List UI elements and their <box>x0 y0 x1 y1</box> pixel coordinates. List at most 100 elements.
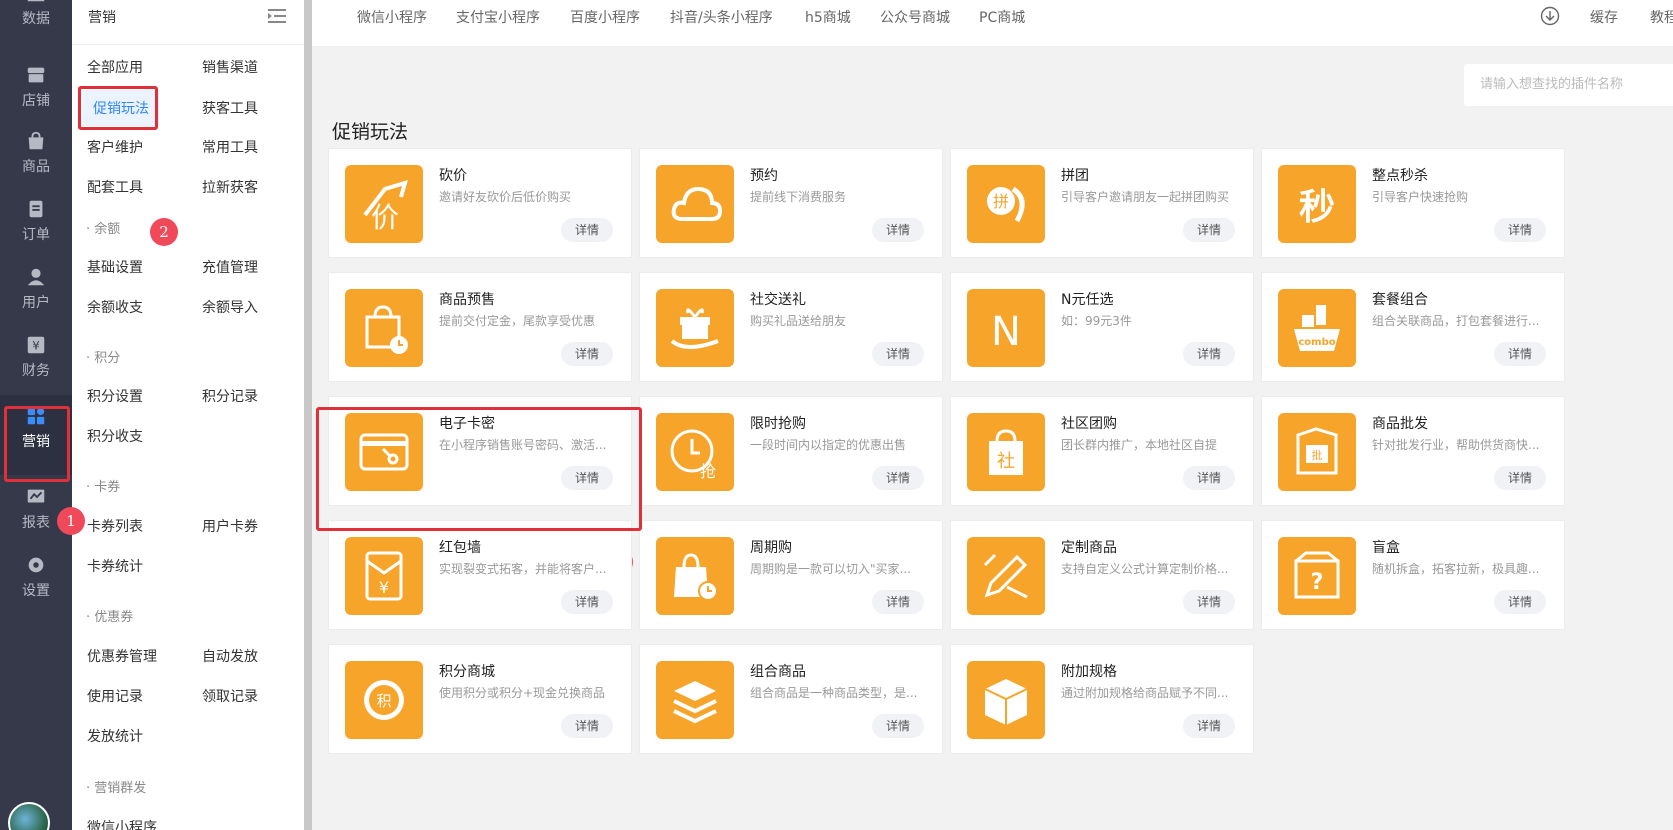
nav-item-settings[interactable]: 设置 <box>0 544 72 614</box>
collapse-menu-icon[interactable] <box>268 8 286 24</box>
plugin-card[interactable]: 抢 限时抢购 一段时间内以指定的优惠出售 详情 <box>639 396 943 506</box>
detail-button[interactable]: 详情 <box>1494 218 1546 242</box>
tab-pc-mall[interactable]: PC商城 <box>979 7 1025 27</box>
sub-item-balance-import[interactable]: 余额导入 <box>202 297 258 317</box>
plugin-card[interactable]: 组合商品 组合商品是一种商品类型，是... 详情 <box>639 644 943 754</box>
sub-item-new-customers[interactable]: 拉新获客 <box>202 177 258 197</box>
highlight-box-card-key <box>316 407 642 531</box>
plugin-card-title: 附加规格 <box>1061 664 1117 680</box>
sub-item-coupon-manage[interactable]: 优惠券管理 <box>87 646 157 666</box>
detail-button[interactable]: 详情 <box>561 590 613 614</box>
detail-button[interactable]: 详情 <box>1183 218 1235 242</box>
sub-item-claim-records[interactable]: 领取记录 <box>202 686 258 706</box>
tab-official-account-mall[interactable]: 公众号商城 <box>880 7 950 27</box>
detail-button[interactable]: 详情 <box>561 714 613 738</box>
tutorial-link[interactable]: 教程 <box>1650 7 1673 27</box>
nav-label: 数据 <box>22 11 50 27</box>
nav-item-finance[interactable]: ¥ 财务 <box>0 324 72 394</box>
detail-button[interactable]: 详情 <box>1183 342 1235 366</box>
plugin-card-title: 盲盒 <box>1372 540 1400 556</box>
tab-h5-mall[interactable]: h5商城 <box>805 7 851 27</box>
svg-text:?: ? <box>1311 570 1324 595</box>
nav-item-order[interactable]: 订单 <box>0 188 72 258</box>
plugin-card[interactable]: 批 商品批发 针对批发行业，帮助供货商快... 详情 <box>1261 396 1565 506</box>
plugin-card[interactable]: 价 砍价 邀请好友砍价后低价购买 详情 <box>328 148 632 258</box>
tab-alipay-miniapp[interactable]: 支付宝小程序 <box>456 7 540 27</box>
community-bag-icon: 社 <box>967 413 1045 491</box>
detail-button[interactable]: 详情 <box>1183 714 1235 738</box>
sub-item-card-list[interactable]: 卡券列表 <box>87 516 143 536</box>
detail-button[interactable]: 详情 <box>1183 590 1235 614</box>
plugin-card[interactable]: 周期购周期购是一款可以切入"买家... 详情 <box>639 520 943 630</box>
tab-wechat-miniapp[interactable]: 微信小程序 <box>357 7 427 27</box>
points-mall-icon: 积 <box>345 661 423 739</box>
sub-item-user-cards[interactable]: 用户卡券 <box>202 516 258 536</box>
plugin-card[interactable]: 定制商品 支持自定义公式计算定制价格... 详情 <box>950 520 1254 630</box>
sub-item-recharge[interactable]: 充值管理 <box>202 257 258 277</box>
plugin-card-desc: 支持自定义公式计算定制价格... <box>1061 562 1229 576</box>
plugin-card[interactable]: ? 盲盒 随机拆盒，拓客拉新，极具趣... 详情 <box>1261 520 1565 630</box>
cache-link[interactable]: 缓存 <box>1590 7 1618 27</box>
tab-douyin-miniapp[interactable]: 抖音/头条小程序 <box>670 7 773 27</box>
download-icon[interactable] <box>1540 6 1560 26</box>
scrollbar[interactable] <box>304 0 312 830</box>
plugin-card[interactable]: 商品预售 提前交付定金，尾款享受优惠 详情 <box>328 272 632 382</box>
order-icon <box>29 200 43 218</box>
sub-item-basic-settings[interactable]: 基础设置 <box>87 257 143 277</box>
sub-item-support-tools[interactable]: 配套工具 <box>87 177 143 197</box>
package-box-icon <box>967 661 1045 739</box>
sub-item-acquisition-tools[interactable]: 获客工具 <box>202 98 258 118</box>
plugin-card[interactable]: 拼 拼团 引导客户邀请朋友一起拼团购买 详情 <box>950 148 1254 258</box>
sub-item-card-stats[interactable]: 卡券统计 <box>87 556 143 576</box>
detail-button[interactable]: 详情 <box>1494 466 1546 490</box>
plugin-card[interactable]: 积 积分商城 使用积分或积分+现金兑换商品 详情 <box>328 644 632 754</box>
plugin-card[interactable]: N N元任选 如：99元3件 详情 <box>950 272 1254 382</box>
nav-item-goods[interactable]: 商品 <box>0 120 72 190</box>
sub-item-auto-issue[interactable]: 自动发放 <box>202 646 258 666</box>
detail-button[interactable]: 详情 <box>1494 342 1546 366</box>
detail-button[interactable]: 详情 <box>872 714 924 738</box>
sub-item-points-settings[interactable]: 积分设置 <box>87 386 143 406</box>
plugin-card-title: 整点秒杀 <box>1372 168 1428 184</box>
detail-button[interactable]: 详情 <box>872 342 924 366</box>
sub-item-issue-stats[interactable]: 发放统计 <box>87 726 143 746</box>
sub-item-points-flow[interactable]: 积分收支 <box>87 426 143 446</box>
detail-button[interactable]: 详情 <box>872 466 924 490</box>
tab-baidu-miniapp[interactable]: 百度小程序 <box>570 7 640 27</box>
plugin-card[interactable]: 附加规格 通过附加规格给商品赋予不同... 详情 <box>950 644 1254 754</box>
plugin-card-desc: 周期购是一款可以切入"买家... <box>750 562 911 576</box>
avatar[interactable] <box>8 802 50 830</box>
sub-item-common-tools[interactable]: 常用工具 <box>202 137 258 157</box>
sub-item-wechat-miniapp[interactable]: 微信小程序 <box>87 817 157 830</box>
detail-button[interactable]: 详情 <box>561 342 613 366</box>
sub-item-balance-flow[interactable]: 余额收支 <box>87 297 143 317</box>
sub-item-sales-channel[interactable]: 销售渠道 <box>202 57 258 77</box>
nav-item-user[interactable]: 用户 <box>0 256 72 326</box>
plugin-card[interactable]: ¥ 红包墙 实现裂变式拓客，并能将客户... 详情 <box>328 520 632 630</box>
nav-label: 财务 <box>22 363 50 379</box>
sub-item-customer-care[interactable]: 客户维护 <box>87 137 143 157</box>
sub-item-all-apps[interactable]: 全部应用 <box>87 57 143 77</box>
detail-button[interactable]: 详情 <box>561 218 613 242</box>
nav-item-data[interactable]: 数据 <box>0 0 72 42</box>
plugin-card[interactable]: combo 套餐组合 组合关联商品，打包套餐进行... 详情 <box>1261 272 1565 382</box>
nav-label: 报表 <box>22 515 50 531</box>
plugin-card[interactable]: 社交送礼 购买礼品送给朋友 详情 <box>639 272 943 382</box>
svg-text:combo: combo <box>1298 337 1335 348</box>
plugin-card[interactable]: 预约 提前线下消费服务 详情 <box>639 148 943 258</box>
detail-button[interactable]: 详情 <box>872 218 924 242</box>
bargain-icon: 价 <box>345 165 423 243</box>
plugin-search-input[interactable]: 请输入想查找的插件名称 <box>1464 64 1673 106</box>
plugin-card-title: 社区团购 <box>1061 416 1117 432</box>
nav-item-shop[interactable]: 店铺 <box>0 54 72 124</box>
sub-item-usage-records[interactable]: 使用记录 <box>87 686 143 706</box>
nav-label: 设置 <box>22 583 50 599</box>
sub-item-points-records[interactable]: 积分记录 <box>202 386 258 406</box>
plugin-card[interactable]: 社 社区团购 团长群内推广，本地社区自提 详情 <box>950 396 1254 506</box>
detail-button[interactable]: 详情 <box>1183 466 1235 490</box>
detail-button[interactable]: 详情 <box>1494 590 1546 614</box>
plugin-card[interactable]: 秒 整点秒杀 引导客户快速抢购 详情 <box>1261 148 1565 258</box>
detail-button[interactable]: 详情 <box>872 590 924 614</box>
plugin-card-title: 周期购 <box>750 540 792 556</box>
sub-sidebar-title: 营销 <box>88 10 116 26</box>
